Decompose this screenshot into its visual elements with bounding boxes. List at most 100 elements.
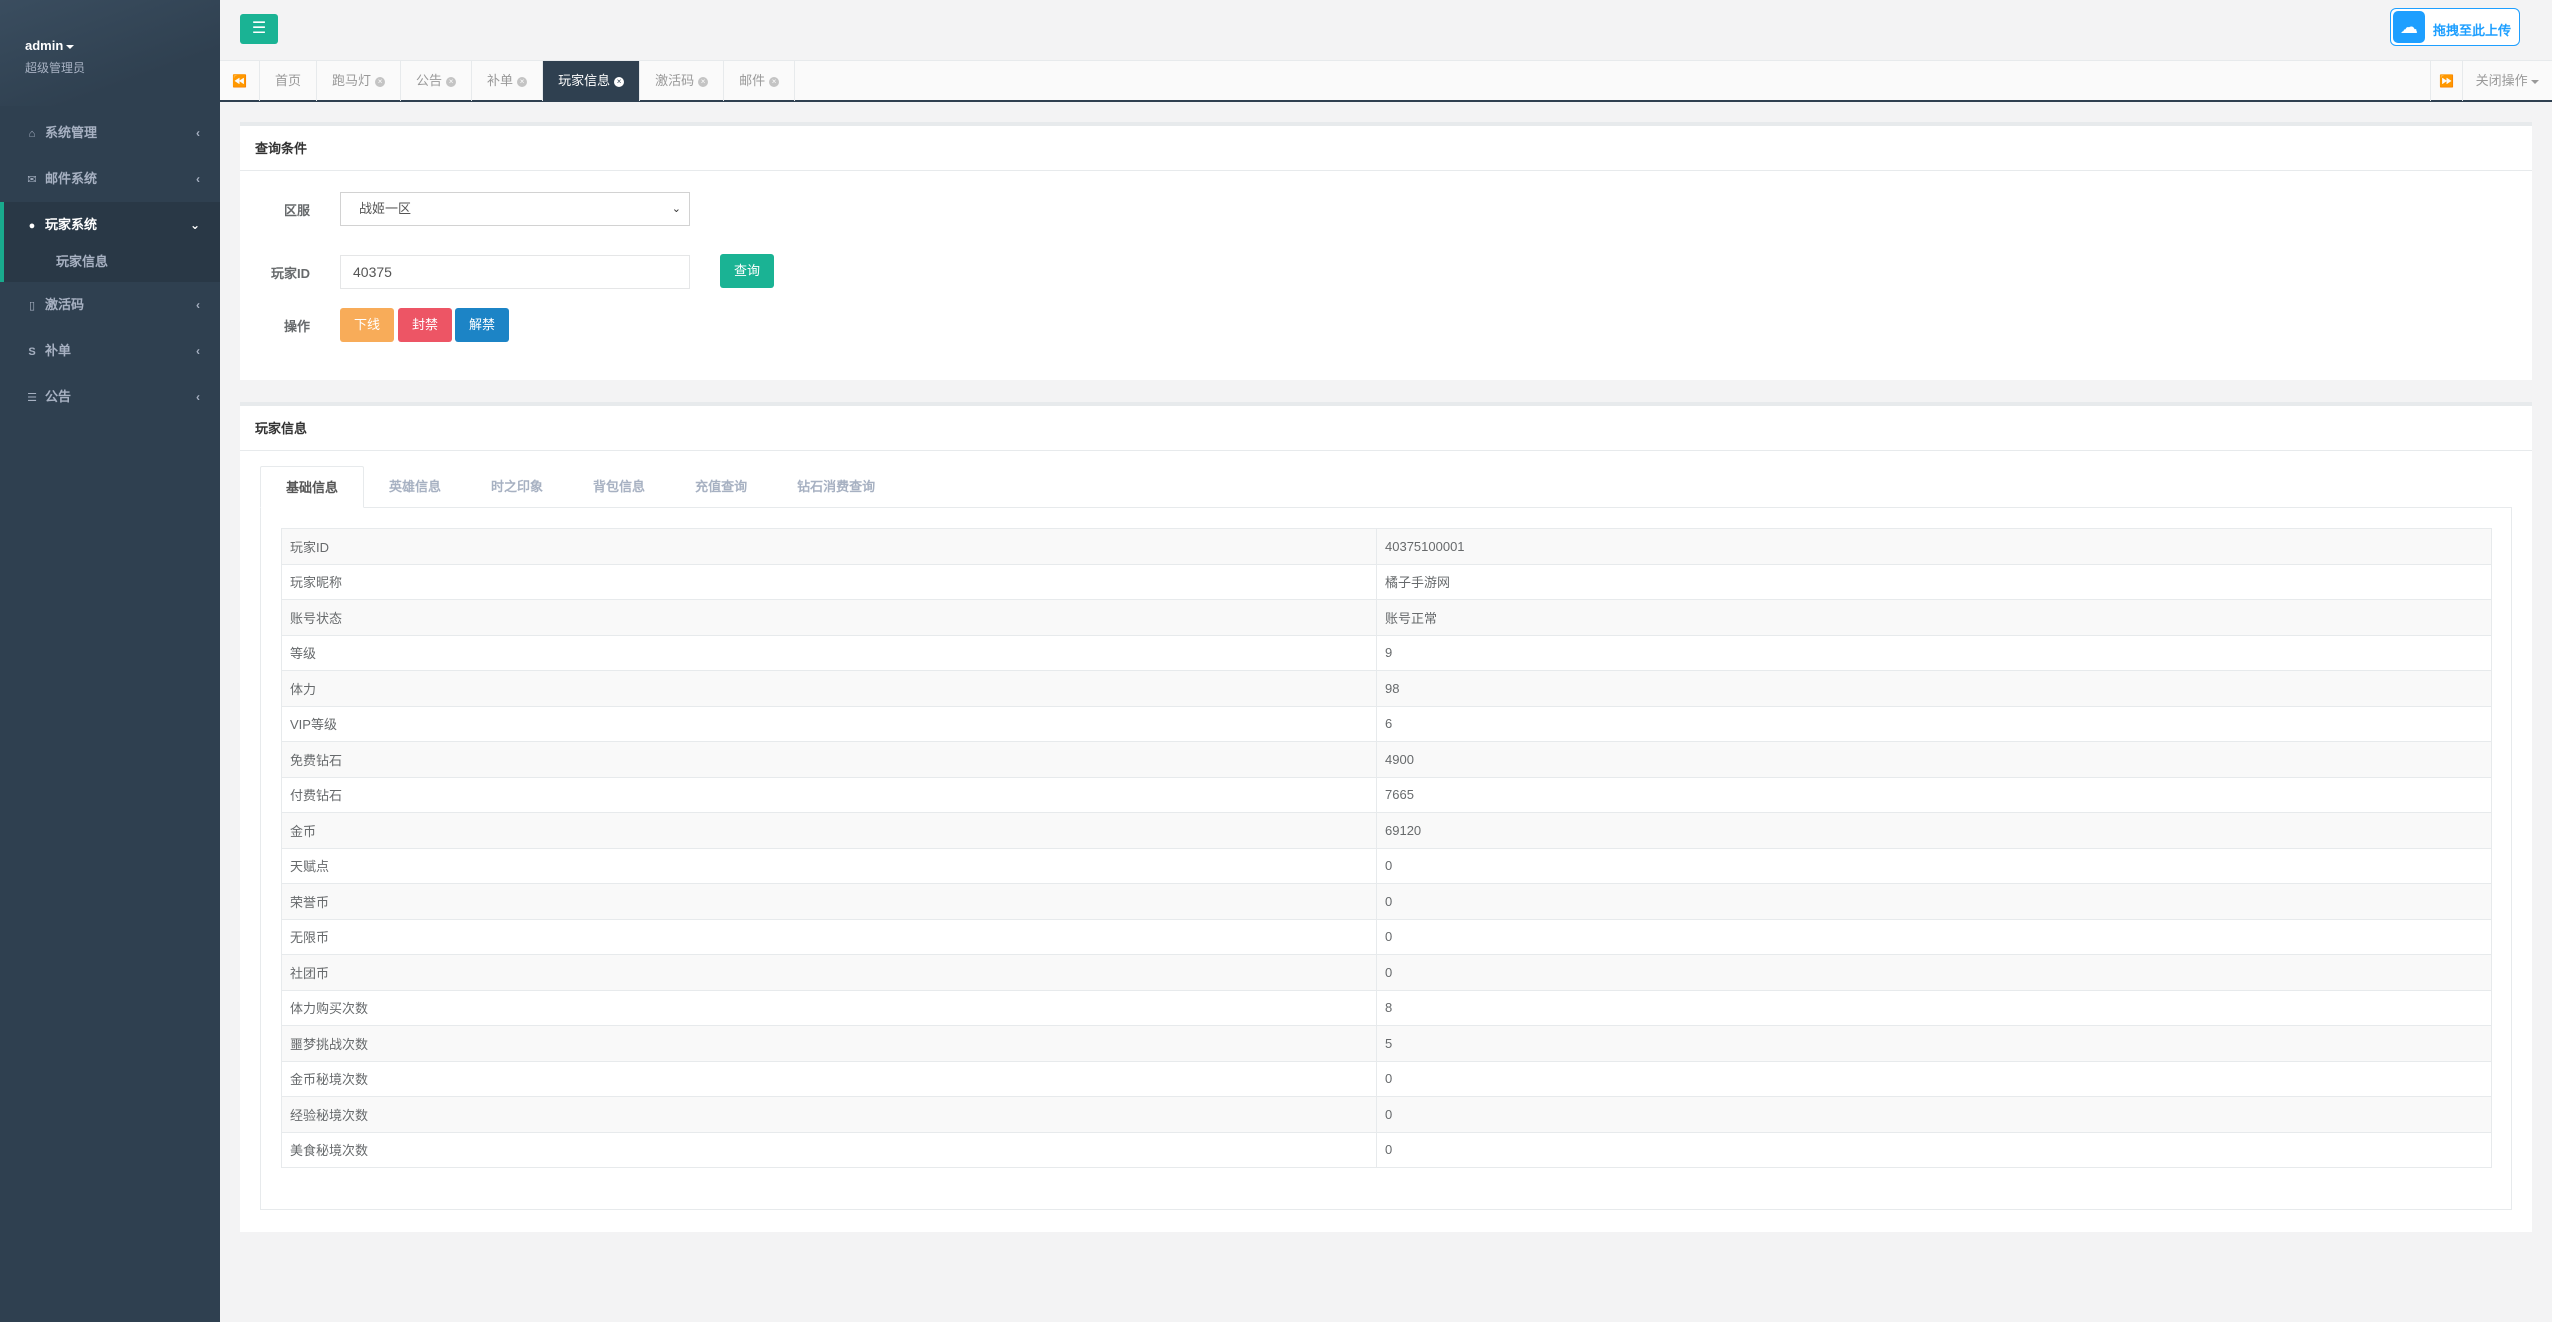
table-row: 美食秘境次数 0 bbox=[281, 1131, 2492, 1168]
field-value: 98 bbox=[1376, 670, 2492, 707]
field-value: 0 bbox=[1376, 954, 2492, 991]
page-tabs-bar: ⏪ 首页 跑马灯 × 公告 × 补单 × 玩家信息 × 激活码 × 邮件 × ⏩ 关闭操作 bbox=[220, 60, 2552, 102]
tab-mail[interactable]: 邮件 × bbox=[724, 61, 796, 101]
tabs-scroll-left-button[interactable]: ⏪ bbox=[220, 61, 260, 101]
tab-activation-code[interactable]: 激活码 × bbox=[640, 61, 725, 101]
sidebar-subitem-player-info[interactable]: 玩家信息 bbox=[0, 248, 220, 282]
field-name: 无限币 bbox=[281, 918, 1377, 955]
tabs-scroll-right-button[interactable]: ⏩ bbox=[2430, 61, 2462, 101]
table-row: 噩梦挑战次数 5 bbox=[281, 1025, 2492, 1062]
sidebar: admin 超级管理员 ⌂ 系统管理 ‹ ✉ 邮件系统 ‹ ● 玩家系统 ⌄ 玩家信息 ▯ 激… bbox=[0, 0, 220, 1322]
field-name: 美食秘境次数 bbox=[281, 1131, 1377, 1168]
tab-time-impression[interactable]: 时之印象 bbox=[466, 466, 568, 508]
table-row: 玩家昵称 橘子手游网 bbox=[281, 563, 2492, 600]
tab-diamond-consumption[interactable]: 钻石消费查询 bbox=[772, 466, 900, 508]
field-name: 金币 bbox=[281, 812, 1377, 849]
ban-button[interactable]: 封禁 bbox=[398, 308, 452, 342]
sidebar-item-system[interactable]: ⌂ 系统管理 ‹ bbox=[0, 110, 220, 156]
close-icon[interactable]: × bbox=[446, 76, 457, 87]
close-icon[interactable]: × bbox=[614, 76, 625, 87]
chevron-left-icon: ‹ bbox=[196, 126, 200, 140]
field-value: 69120 bbox=[1376, 812, 2492, 849]
tab-home[interactable]: 首页 bbox=[260, 61, 318, 101]
field-name: 付费钻石 bbox=[281, 776, 1377, 813]
tab-marquee[interactable]: 跑马灯 × bbox=[317, 61, 402, 101]
sidebar-nav: ⌂ 系统管理 ‹ ✉ 邮件系统 ‹ ● 玩家系统 ⌄ 玩家信息 ▯ 激活码 ‹ S 补单 ‹ ☰ 公告… bbox=[0, 110, 220, 420]
envelope-icon: ✉ bbox=[27, 174, 37, 186]
field-name: 金币秘境次数 bbox=[281, 1060, 1377, 1097]
server-label: 区服 bbox=[283, 203, 310, 218]
field-value: 40375100001 bbox=[1376, 528, 2492, 565]
table-row: 等级 9 bbox=[281, 634, 2492, 671]
server-select[interactable]: 战姬一区 ⌄ bbox=[340, 192, 690, 226]
tab-hero-info[interactable]: 英雄信息 bbox=[364, 466, 466, 508]
top-bar: ☰ ☁ 拖拽至此上传 bbox=[220, 0, 2552, 60]
field-name: 体力 bbox=[281, 670, 1377, 707]
table-row: 账号状态 账号正常 bbox=[281, 599, 2492, 636]
query-button[interactable]: 查询 bbox=[720, 254, 774, 288]
bars-icon: ☰ bbox=[251, 20, 267, 37]
user-profile: admin 超级管理员 bbox=[0, 0, 220, 106]
sidebar-item-reissue[interactable]: S 补单 ‹ bbox=[0, 328, 220, 374]
user-icon: ● bbox=[28, 220, 36, 232]
tab-player-info[interactable]: 玩家信息 × bbox=[543, 61, 641, 101]
table-row: 体力 98 bbox=[281, 670, 2492, 707]
page-tabs: 首页 跑马灯 × 公告 × 补单 × 玩家信息 × 激活码 × 邮件 × bbox=[260, 61, 796, 101]
close-icon[interactable]: × bbox=[517, 76, 528, 87]
menu-toggle-button[interactable]: ☰ bbox=[240, 14, 278, 44]
field-name: 天赋点 bbox=[281, 847, 1377, 884]
close-operations-label: 关闭操作 bbox=[2475, 73, 2528, 88]
strikethrough-icon: S bbox=[28, 346, 36, 358]
close-operations-dropdown[interactable]: 关闭操作 bbox=[2462, 61, 2552, 101]
field-name: 社团币 bbox=[281, 954, 1377, 991]
tab-basic-info[interactable]: 基础信息 bbox=[260, 466, 365, 508]
field-value: 0 bbox=[1376, 883, 2492, 920]
player-id-label: 玩家ID bbox=[270, 266, 310, 281]
sidebar-item-mail[interactable]: ✉ 邮件系统 ‹ bbox=[0, 156, 220, 202]
sidebar-item-activation-code[interactable]: ▯ 激活码 ‹ bbox=[0, 282, 220, 328]
field-value: 0 bbox=[1376, 847, 2492, 884]
chevron-down-icon: ⌄ bbox=[671, 203, 681, 215]
tab-backpack-info[interactable]: 背包信息 bbox=[568, 466, 670, 508]
sidebar-item-announcement[interactable]: ☰ 公告 ‹ bbox=[0, 374, 220, 420]
chevron-left-icon: ‹ bbox=[196, 298, 200, 312]
drag-upload-button[interactable]: ☁ 拖拽至此上传 bbox=[2390, 8, 2520, 46]
query-panel-title: 查询条件 bbox=[240, 126, 2532, 171]
tab-reissue[interactable]: 补单 × bbox=[472, 61, 544, 101]
close-icon[interactable]: × bbox=[375, 76, 386, 87]
field-value: 8 bbox=[1376, 989, 2492, 1026]
table-row: 体力购买次数 8 bbox=[281, 989, 2492, 1026]
chevron-left-icon: ‹ bbox=[196, 344, 200, 358]
caret-down-icon bbox=[2531, 79, 2540, 84]
tab-recharge-query[interactable]: 充值查询 bbox=[670, 466, 772, 508]
field-value: 7665 bbox=[1376, 776, 2492, 813]
close-icon[interactable]: × bbox=[769, 76, 780, 87]
upload-label: 拖拽至此上传 bbox=[2433, 23, 2512, 38]
table-row: 荣誉币 0 bbox=[281, 883, 2492, 920]
player-info-panel: 玩家信息 基础信息 英雄信息 时之印象 背包信息 充值查询 钻石消费查询 玩家I… bbox=[240, 402, 2532, 1232]
player-info-title: 玩家信息 bbox=[240, 406, 2532, 451]
table-row: 玩家ID 40375100001 bbox=[281, 528, 2492, 565]
table-row: VIP等级 6 bbox=[281, 705, 2492, 742]
sidebar-item-label: 激活码 bbox=[45, 297, 85, 312]
unban-button[interactable]: 解禁 bbox=[455, 308, 509, 342]
document-icon: ▯ bbox=[28, 300, 36, 312]
tab-announcement[interactable]: 公告 × bbox=[401, 61, 473, 101]
chevron-left-icon: ‹ bbox=[196, 390, 200, 404]
table-row: 社团币 0 bbox=[281, 954, 2492, 991]
table-row: 天赋点 0 bbox=[281, 847, 2492, 884]
server-selected-value: 战姬一区 bbox=[359, 201, 412, 216]
chevron-left-icon: ‹ bbox=[196, 172, 200, 186]
chevron-down-icon: ⌄ bbox=[189, 218, 200, 232]
field-value: 0 bbox=[1376, 1131, 2492, 1168]
field-value: 0 bbox=[1376, 918, 2492, 955]
sidebar-item-player[interactable]: ● 玩家系统 ⌄ bbox=[0, 202, 220, 248]
username-dropdown[interactable]: admin bbox=[25, 38, 220, 53]
sidebar-item-label: 公告 bbox=[45, 389, 72, 404]
field-name: 噩梦挑战次数 bbox=[281, 1025, 1377, 1062]
server-row: 区服 战姬一区 ⌄ bbox=[240, 192, 2532, 226]
player-id-input[interactable]: 40375 bbox=[340, 255, 690, 289]
offline-button[interactable]: 下线 bbox=[340, 308, 394, 342]
close-icon[interactable]: × bbox=[698, 76, 709, 87]
field-name: 体力购买次数 bbox=[281, 989, 1377, 1026]
